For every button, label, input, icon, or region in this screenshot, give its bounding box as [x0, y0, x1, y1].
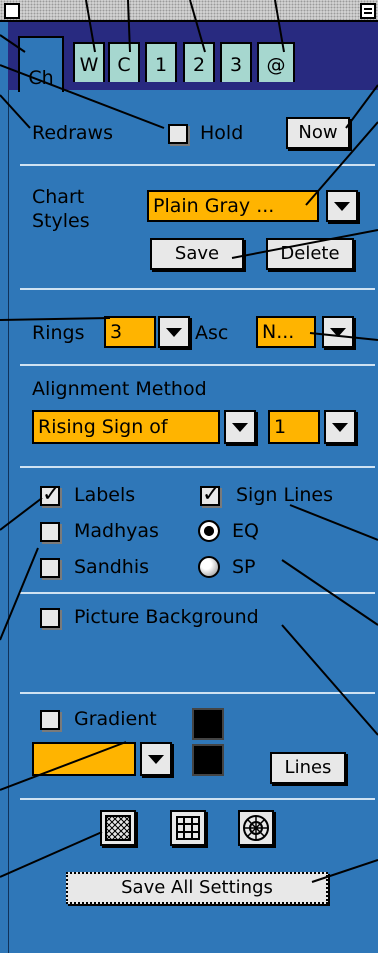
redraws-label: Redraws: [32, 122, 113, 144]
alignment-method-select[interactable]: Rising Sign of: [32, 410, 220, 444]
alignment-method-dropdown-arrow[interactable]: [224, 410, 256, 444]
labels-checkbox[interactable]: ✓: [40, 484, 60, 506]
chart-style-select[interactable]: Plain Gray ...: [147, 190, 319, 222]
tab-2[interactable]: 2: [183, 42, 215, 82]
sign-lines-label: Sign Lines: [236, 484, 333, 506]
gradient-label: Gradient: [74, 708, 157, 730]
tab-w[interactable]: W: [73, 42, 105, 82]
alignment-heading: Alignment Method: [32, 378, 207, 400]
divider: [20, 164, 375, 166]
gradient-color-swatch-1[interactable]: [192, 708, 224, 740]
tab-3[interactable]: 3: [220, 42, 252, 82]
gradient-color-select[interactable]: [32, 742, 136, 776]
divider: [20, 592, 375, 594]
asc-dropdown-arrow[interactable]: [322, 316, 354, 348]
save-style-button[interactable]: Save: [150, 238, 244, 270]
labels-label: Labels: [74, 484, 136, 506]
tab-1[interactable]: 1: [145, 42, 177, 82]
divider: [20, 288, 375, 290]
asc-select[interactable]: N...: [256, 316, 316, 348]
hold-label: Hold: [200, 122, 244, 144]
tab-at[interactable]: @: [257, 42, 295, 82]
zoom-box[interactable]: [360, 3, 376, 19]
alignment-number-select[interactable]: 1: [268, 410, 320, 444]
rings-dropdown-arrow[interactable]: [158, 316, 190, 348]
wheel-icon[interactable]: [238, 810, 274, 846]
madhyas-checkbox[interactable]: [40, 522, 60, 542]
sp-label: SP: [232, 556, 256, 578]
window-left-edge: [0, 22, 9, 953]
close-box[interactable]: [4, 3, 20, 19]
gradient-checkbox[interactable]: [40, 710, 60, 730]
asc-label: Asc: [195, 322, 229, 344]
chart-styles-label-line1: Chart: [32, 186, 85, 208]
gradient-color-swatch-2[interactable]: [192, 744, 224, 776]
now-button[interactable]: Now: [286, 117, 350, 149]
delete-style-button[interactable]: Delete: [266, 238, 354, 270]
divider: [20, 364, 375, 366]
tab-ch[interactable]: Ch: [18, 36, 64, 92]
rings-select[interactable]: 3: [104, 316, 156, 348]
lines-button[interactable]: Lines: [270, 752, 346, 784]
eq-label: EQ: [232, 520, 259, 542]
sp-radio[interactable]: [198, 556, 220, 578]
alignment-number-dropdown-arrow[interactable]: [324, 410, 356, 444]
save-all-settings-button[interactable]: Save All Settings: [66, 872, 328, 904]
eq-radio[interactable]: [198, 520, 220, 542]
chart-styles-label-line2: Styles: [32, 210, 90, 232]
diamond-grid-icon[interactable]: [100, 810, 136, 846]
sign-lines-checkbox[interactable]: ✓: [200, 484, 220, 506]
hold-checkbox[interactable]: [168, 124, 188, 144]
madhyas-label: Madhyas: [74, 520, 159, 542]
divider: [20, 798, 375, 800]
divider: [20, 692, 375, 694]
picture-background-checkbox[interactable]: [40, 608, 60, 628]
sandhis-label: Sandhis: [74, 556, 150, 578]
gradient-color-dropdown-arrow[interactable]: [140, 742, 172, 776]
title-bar[interactable]: [0, 0, 378, 22]
chart-style-dropdown-arrow[interactable]: [326, 190, 358, 222]
rings-label: Rings: [32, 322, 85, 344]
picture-background-label: Picture Background: [74, 606, 259, 628]
tab-c[interactable]: C: [108, 42, 140, 82]
sandhis-checkbox[interactable]: [40, 558, 60, 578]
square-grid-icon[interactable]: [170, 810, 206, 846]
divider: [20, 466, 375, 468]
settings-window: Ch W C 1 2 3 @ Redraws Hold Now Chart St…: [0, 0, 378, 953]
